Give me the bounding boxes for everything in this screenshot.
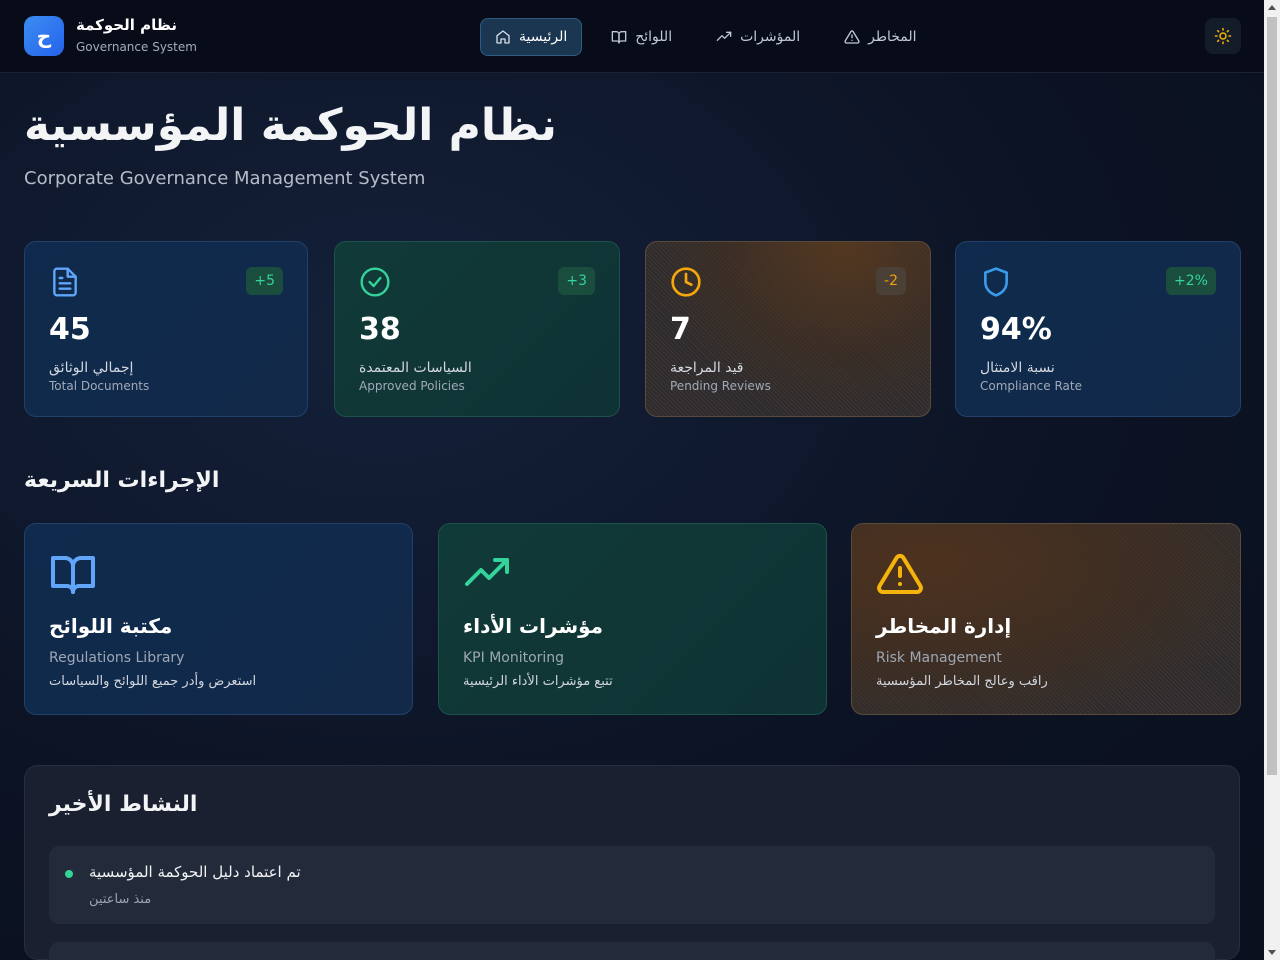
stat-label-english: Total Documents [49,379,150,393]
page-subtitle: Corporate Governance Management System [24,168,426,189]
check-circle-icon [360,267,390,297]
scrollbar-thumb[interactable] [1267,17,1277,775]
sun-icon [1214,27,1232,45]
stat-label-arabic: السياسات المعتمدة [359,360,472,376]
nav-item-kpis[interactable]: المؤشرات [701,18,815,56]
brand-name-english: Governance System [76,40,197,54]
shield-icon [984,267,1008,297]
recent-activity-panel: النشاط الأخير تم اعتماد دليل الحوكمة الم… [24,765,1240,960]
action-title: إدارة المخاطر [876,614,1012,638]
top-header: ح نظام الحوكمة Governance System الرئيسي… [0,0,1264,73]
nav-label: اللوائح [635,29,673,45]
recent-activity-title: النشاط الأخير [49,792,198,817]
action-title-english: Regulations Library [49,650,185,666]
action-title: مؤشرات الأداء [463,614,604,638]
page-scrollbar[interactable] [1264,0,1280,960]
stat-label-arabic: قيد المراجعة [670,360,744,376]
activity-item[interactable] [49,942,1215,960]
scroll-up-arrow-icon[interactable] [1268,5,1276,10]
book-open-icon [51,556,95,594]
nav-item-home[interactable]: الرئيسية [480,18,583,56]
home-icon [496,30,510,44]
stat-label-english: Approved Policies [359,379,465,393]
stat-value: 38 [359,312,401,347]
main-nav: الرئيسية اللوائح المؤشرات المخاطر [480,18,932,56]
brand-name-arabic: نظام الحوكمة [76,16,177,34]
action-card-risk-management[interactable]: إدارة المخاطر Risk Management راقب وعالج… [851,523,1241,715]
theme-toggle-button[interactable] [1205,18,1241,54]
action-description: راقب وعالج المخاطر المؤسسية [876,674,1048,689]
nav-item-regulations[interactable]: اللوائح [596,18,687,56]
warning-icon [844,30,860,44]
document-icon [53,267,77,297]
stat-change-badge: -2 [876,267,906,295]
stat-label-english: Compliance Rate [980,379,1082,393]
stat-value: 7 [670,312,691,347]
action-card-regulations-library[interactable]: مكتبة اللوائح Regulations Library استعرض… [24,523,413,715]
stat-change-badge: +3 [558,267,595,295]
clock-icon [671,267,701,297]
book-icon [611,31,627,44]
activity-item[interactable]: تم اعتماد دليل الحوكمة المؤسسية منذ ساعت… [49,846,1215,924]
warning-triangle-icon [877,553,923,594]
stat-card-pending-reviews[interactable]: -2 7 قيد المراجعة Pending Reviews [645,241,931,417]
nav-item-risks[interactable]: المخاطر [829,18,931,56]
stat-card-compliance-rate[interactable]: +2% 94% نسبة الامتثال Compliance Rate [955,241,1241,417]
stat-card-total-documents[interactable]: +5 45 إجمالي الوثائق Total Documents [24,241,308,417]
stat-label-arabic: نسبة الامتثال [980,360,1055,376]
stat-value: 45 [49,312,91,347]
action-title-english: KPI Monitoring [463,650,565,666]
quick-actions-title: الإجراءات السريعة [24,468,220,493]
action-description: تتبع مؤشرات الأداء الرئيسية [463,674,613,689]
action-description: استعرض وأدر جميع اللوائح والسياسات [49,674,257,689]
activity-time: منذ ساعتين [89,892,152,907]
stat-value: 94% [980,312,1052,347]
action-card-kpi-monitoring[interactable]: مؤشرات الأداء KPI Monitoring تتبع مؤشرات… [438,523,827,715]
stat-card-approved-policies[interactable]: +3 38 السياسات المعتمدة Approved Policie… [334,241,620,417]
stat-change-badge: +2% [1166,267,1216,295]
action-title: مكتبة اللوائح [49,614,173,638]
stat-change-badge: +5 [246,267,283,295]
nav-label: المؤشرات [740,29,801,45]
app-logo[interactable]: ح [24,16,64,56]
action-title-english: Risk Management [876,650,1002,666]
nav-label: الرئيسية [519,29,568,45]
stat-label-arabic: إجمالي الوثائق [49,360,134,376]
status-dot [65,870,73,878]
trending-up-icon [716,31,732,41]
activity-text: تم اعتماد دليل الحوكمة المؤسسية [89,863,301,881]
nav-label: المخاطر [868,29,917,45]
scroll-down-arrow-icon[interactable] [1268,950,1276,955]
trending-up-icon [465,558,509,586]
page-title: نظام الحوكمة المؤسسية [24,100,557,151]
stat-label-english: Pending Reviews [670,379,771,393]
